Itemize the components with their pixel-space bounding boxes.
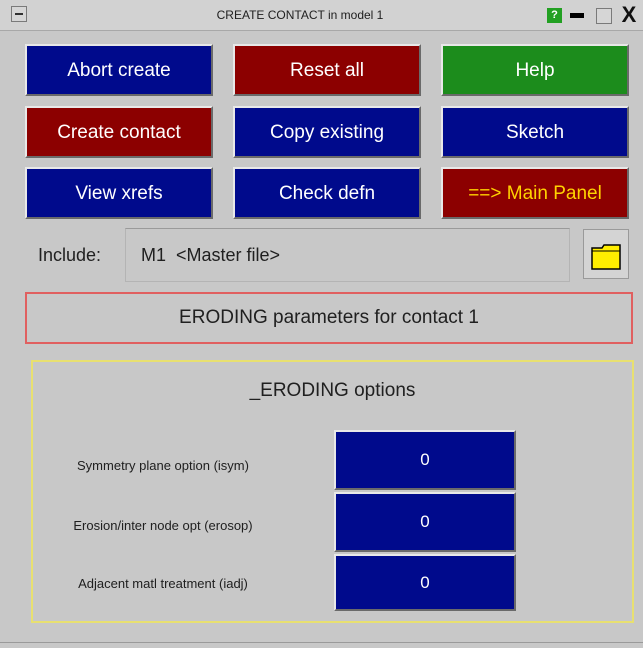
folder-icon — [591, 244, 621, 270]
reset-all-button[interactable]: Reset all — [233, 44, 421, 96]
window-menu-icon[interactable] — [11, 6, 27, 22]
include-label: Include: — [38, 245, 102, 265]
eroding-parameters-header: ERODING parameters for contact 1 — [25, 292, 633, 344]
include-field[interactable]: M1 <Master file> — [125, 228, 570, 282]
iadj-label: Adjacent matl treatment (iadj) — [78, 576, 248, 591]
eroding-options-title: _ERODING options — [249, 380, 416, 401]
eroding-options-panel: _ERODING options Symmetry plane option (… — [31, 360, 634, 623]
bottom-divider — [0, 642, 643, 643]
sketch-button[interactable]: Sketch — [441, 106, 629, 158]
abort-create-button[interactable]: Abort create — [25, 44, 213, 96]
minimize-icon[interactable] — [570, 13, 584, 18]
erosop-value-field[interactable]: 0 — [334, 492, 516, 552]
close-icon[interactable]: X — [617, 2, 641, 28]
copy-existing-button[interactable]: Copy existing — [233, 106, 421, 158]
isym-label: Symmetry plane option (isym) — [77, 458, 249, 473]
view-xrefs-button[interactable]: View xrefs — [25, 167, 213, 219]
title-bar: CREATE CONTACT in model 1 ? X — [0, 0, 643, 31]
create-contact-button[interactable]: Create contact — [25, 106, 213, 158]
iadj-value-field[interactable]: 0 — [334, 554, 516, 611]
help-button[interactable]: Help — [441, 44, 629, 96]
restore-icon[interactable] — [596, 8, 612, 24]
include-browse-button[interactable] — [583, 229, 629, 279]
help-icon[interactable]: ? — [547, 8, 562, 23]
include-row: Include: M1 <Master file> — [22, 228, 570, 282]
isym-value-field[interactable]: 0 — [334, 430, 516, 490]
window-title: CREATE CONTACT in model 1 — [216, 8, 384, 22]
create-contact-window: CREATE CONTACT in model 1 ? X Abort crea… — [0, 0, 643, 648]
main-panel-button[interactable]: ==> Main Panel — [441, 167, 629, 219]
erosop-label: Erosion/inter node opt (erosop) — [73, 518, 253, 533]
include-value: M1 <Master file> — [141, 245, 281, 265]
check-defn-button[interactable]: Check defn — [233, 167, 421, 219]
